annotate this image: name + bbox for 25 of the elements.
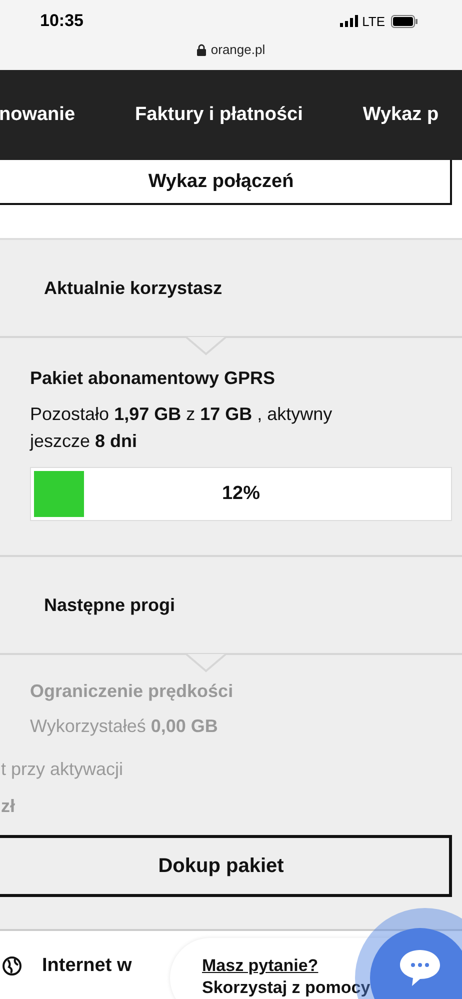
price-text: zł [1,796,16,817]
nav-tab[interactable]: nowanie [0,104,76,126]
call-list-button[interactable]: Wykaz połączeń [0,160,452,205]
chat-bubble-icon [398,948,442,988]
section-heading: Aktualnie korzystasz [43,276,224,300]
section-heading: Następne progi [43,594,176,617]
usage-text: Wykorzystałeś 0,00 GB [30,716,219,737]
nav-tab[interactable]: Faktury i płatności [135,104,303,126]
nav-tab[interactable]: Wykaz p [362,104,439,126]
usage-text: Pozostało 1,97 GB z 17 GB , aktywny jeszcze 8 dni [30,403,334,453]
menu-item[interactable]: Internet w [42,955,132,977]
buy-package-button[interactable]: Dokup pakiet [0,835,452,897]
globe-icon [2,956,22,976]
chat-subtitle: Skorzystaj z pomocy [202,978,370,998]
package-name: Pakiet abonamentowy GPRS [30,368,276,389]
url-text[interactable]: orange.pl [210,42,266,57]
battery-icon [391,14,418,28]
network-label: LTE [362,14,385,28]
percent-label: 12% [222,483,260,505]
activation-note: t przy aktywacji [1,759,124,780]
lock-icon [196,44,206,56]
clock-time: 10:35 [40,11,84,31]
threshold-title: Ograniczenie prędkości [30,681,234,702]
chat-link[interactable]: Masz pytanie? [202,956,318,976]
signal-icon [340,15,358,27]
